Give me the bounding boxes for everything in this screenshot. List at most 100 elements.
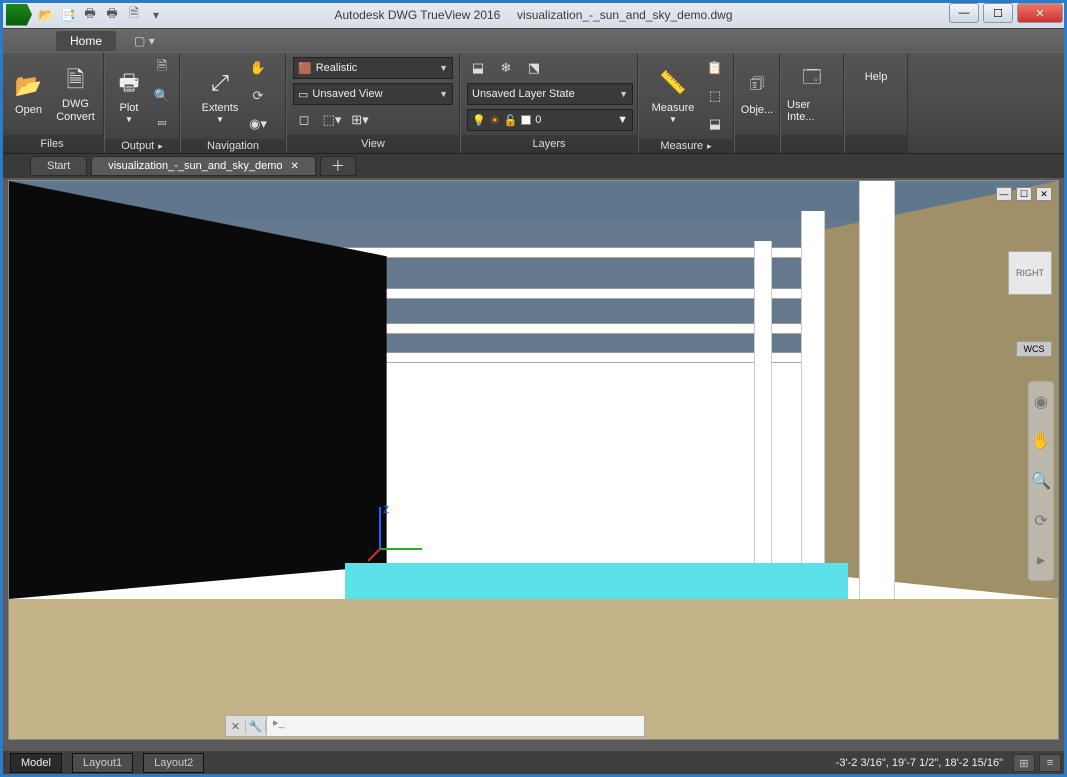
chevron-down-icon: ▼ [669, 115, 677, 125]
view-icon: ▭ [298, 88, 308, 101]
qat-open-icon[interactable]: 📂 [38, 7, 54, 23]
lock-icon: 🔓 [504, 114, 518, 127]
scene-wall-right [817, 181, 1058, 599]
measure-button[interactable]: 📏 Measure ▼ [646, 62, 700, 130]
chevron-down-icon: ▼ [125, 115, 133, 125]
nav-zoom-icon[interactable]: 🔍 [1031, 471, 1051, 491]
folder-open-icon: 📂 [13, 70, 45, 102]
view-config-button[interactable]: ⊞▾ [349, 109, 371, 131]
close-tab-icon[interactable]: ✕ [291, 161, 299, 172]
ui-label: User Inte... [787, 99, 837, 123]
3d-viewport[interactable]: Z — ☐ ✕ RIGHT WCS ◉ ✋ 🔍 ⟳ ▸ ✕ 🔧 ▸_ [9, 181, 1058, 739]
titlebar: 📂 📑 🖶 🖶 🗎 ▾ Autodesk DWG TrueView 2016 v… [0, 0, 1067, 28]
export-button[interactable]: ⮹ [151, 113, 173, 135]
nav-showmotion-icon[interactable]: ▸ [1037, 550, 1045, 570]
panel-user-interface[interactable]: 🗔 User Inte... [780, 53, 844, 153]
layer-freeze-button[interactable]: ❄ [495, 57, 517, 79]
vp-maximize-button[interactable]: ☐ [1016, 187, 1032, 201]
qat-preview-icon[interactable]: 🖶 [104, 7, 120, 23]
ruler-icon: 📏 [657, 68, 689, 100]
filetab-document[interactable]: visualization_-_sun_and_sky_demo ✕ [91, 156, 316, 176]
vp-minimize-button[interactable]: — [996, 187, 1012, 201]
panel-properties[interactable]: 🗊 Obje... [734, 53, 780, 153]
steering-wheel-button[interactable]: ◉▾ [247, 113, 269, 135]
tab-home[interactable]: Home [56, 31, 116, 51]
app-logo[interactable] [6, 4, 32, 26]
plot-preview-button[interactable]: 🔍 [151, 85, 173, 107]
panel-view-label: View [287, 135, 459, 153]
status-grid-button[interactable]: ⊞ [1013, 754, 1035, 772]
nav-wheel-icon[interactable]: ◉ [1034, 392, 1048, 412]
wcs-indicator[interactable]: WCS [1016, 341, 1052, 357]
vp-close-button[interactable]: ✕ [1036, 187, 1052, 201]
ribbon-tab-strip: Home ▢ ▾ [0, 28, 1067, 52]
navigation-bar[interactable]: ◉ ✋ 🔍 ⟳ ▸ [1028, 381, 1054, 581]
pan-button[interactable]: ✋ [247, 57, 269, 79]
qat-plot-icon[interactable]: 🖶 [82, 7, 98, 23]
layer-state-value: Unsaved Layer State [472, 88, 575, 100]
minimize-button[interactable]: — [949, 3, 979, 23]
orbit-button[interactable]: ⟳ [247, 85, 269, 107]
area-button[interactable]: ⬚ [704, 85, 726, 107]
qat-dropdown-icon[interactable]: ▾ [148, 7, 164, 23]
printer-icon: 🖶 [113, 68, 145, 100]
extents-icon: ⤢ [204, 68, 236, 100]
file-tab-bar: Start visualization_-_sun_and_sky_demo ✕… [0, 154, 1067, 178]
visual-style-dropdown[interactable]: 🟫Realistic ▼ [293, 57, 453, 79]
tab-model[interactable]: Model [10, 753, 62, 773]
tab-layout1[interactable]: Layout1 [72, 753, 133, 773]
svg-text:Z: Z [383, 505, 389, 516]
color-swatch [521, 115, 531, 125]
layer-state-dropdown[interactable]: Unsaved Layer State ▼ [467, 83, 633, 105]
ui-icon: 🗔 [802, 65, 822, 95]
qat-sheets-icon[interactable]: 📑 [60, 7, 76, 23]
cmd-options-button[interactable]: 🔧 [246, 720, 266, 733]
nav-pan-icon[interactable]: ✋ [1031, 431, 1051, 451]
maximize-button[interactable]: ☐ [983, 3, 1013, 23]
filetab-add[interactable]: ＋ [320, 156, 356, 176]
list-button[interactable]: 📋 [704, 57, 726, 79]
nav-orbit-icon[interactable]: ⟳ [1034, 511, 1047, 531]
saved-view-dropdown[interactable]: ▭Unsaved View ▼ [293, 83, 453, 105]
chevron-down-icon: ▼ [439, 63, 448, 73]
extents-button[interactable]: ⤢ Extents ▼ [197, 62, 243, 130]
view-iso-button[interactable]: ⬚▾ [321, 109, 343, 131]
cmd-close-button[interactable]: ✕ [226, 720, 246, 733]
plot-button[interactable]: 🖶 Plot ▼ [111, 62, 147, 130]
command-input[interactable]: ▸_ [266, 716, 644, 736]
current-layer-dropdown[interactable]: 💡 ☀ 🔓 0 ▼ [467, 109, 633, 131]
sun-icon: ☀ [490, 114, 500, 127]
tab-layout2[interactable]: Layout2 [143, 753, 204, 773]
realistic-icon: 🟫 [298, 62, 312, 75]
ribbon-extra-dropdown[interactable]: ▢ ▾ [124, 32, 165, 50]
close-button[interactable]: ✕ [1017, 3, 1063, 23]
qat-publish-icon[interactable]: 🗎 [126, 7, 142, 23]
panel-measure-label[interactable]: Measure▸ [639, 139, 733, 153]
panel-files: 📂 Open 🗎 DWG Convert Files [0, 53, 104, 153]
layer-off-button[interactable]: ⬓ [467, 57, 489, 79]
chevron-down-icon: ▼ [439, 89, 448, 99]
mass-prop-button[interactable]: ⬓ [704, 113, 726, 135]
panel-help[interactable]: Help [844, 53, 908, 153]
chevron-down-icon: ▼ [216, 115, 224, 125]
panel-properties-expand [735, 135, 779, 153]
coordinates-readout: -3'-2 3/16", 19'-7 1/2", 18'-2 15/16" [836, 757, 1003, 769]
plot-label: Plot [120, 102, 139, 115]
chevron-down-icon: ▼ [617, 114, 628, 126]
properties-label: Obje... [741, 104, 773, 116]
viewport-container: Z — ☐ ✕ RIGHT WCS ◉ ✋ 🔍 ⟳ ▸ ✕ 🔧 ▸_ [8, 180, 1059, 740]
panel-navigation-label: Navigation [181, 139, 285, 153]
command-bar: ✕ 🔧 ▸_ [225, 715, 645, 737]
open-button[interactable]: 📂 Open [7, 60, 50, 128]
filetab-start[interactable]: Start [30, 156, 87, 176]
panel-view: 🟫Realistic ▼ ▭Unsaved View ▼ ◻ ⬚▾ ⊞▾ Vie… [286, 53, 460, 153]
view-top-button[interactable]: ◻ [293, 109, 315, 131]
current-layer-value: 0 [535, 114, 541, 126]
layer-isolate-button[interactable]: ⬔ [523, 57, 545, 79]
dwg-convert-button[interactable]: 🗎 DWG Convert [54, 60, 97, 128]
status-customize-button[interactable]: ≡ [1039, 754, 1061, 772]
ribbon: 📂 Open 🗎 DWG Convert Files 🖶 Plot ▼ 🗎 🔍 … [0, 52, 1067, 154]
panel-output-label[interactable]: Output▸ [105, 139, 179, 153]
batch-plot-button[interactable]: 🗎 [151, 57, 173, 79]
viewcube[interactable]: RIGHT [1008, 251, 1052, 295]
